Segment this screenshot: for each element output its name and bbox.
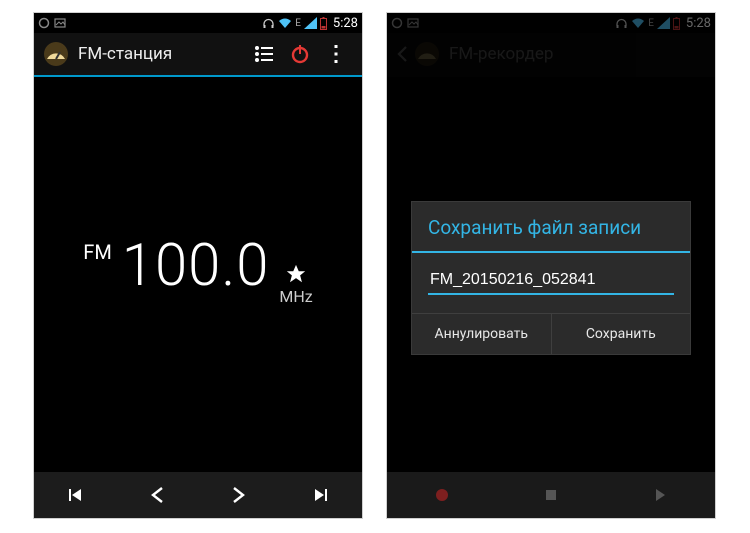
app-title: FM-станция [78,44,172,64]
main-content: FM 100.0 MHz [34,77,362,472]
cancel-button[interactable]: Аннулировать [412,314,552,354]
picture-icon [54,17,66,29]
clock: 5:28 [333,16,358,31]
save-recording-dialog: Сохранить файл записи Аннулировать Сохра… [411,201,691,355]
notification-icon [38,17,50,29]
band-label: FM [83,240,112,264]
network-type-label: E [295,18,301,29]
device-fm-recorder: E 5:28 FM-рекордер Сохранить файл записи… [386,12,716,519]
step-down-button[interactable] [116,472,198,518]
status-bar: E 5:28 [34,13,362,33]
seek-next-button[interactable] [280,472,362,518]
record-button[interactable] [387,472,496,518]
device-fm-station: E 5:28 FM-станция FM 100.0 [33,12,363,519]
unit-label: MHz [279,287,312,306]
step-up-button[interactable] [198,472,280,518]
headphones-icon [262,17,275,30]
dialog-title: Сохранить файл записи [412,202,690,253]
overflow-menu-button[interactable] [318,32,354,76]
frequency-value: 100.0 [122,232,270,300]
frequency-display: FM 100.0 MHz [34,232,362,306]
favorite-icon[interactable] [285,263,307,285]
tuning-bar [34,472,362,518]
signal-icon [304,17,317,29]
wifi-icon [278,17,292,29]
play-button[interactable] [606,472,715,518]
app-icon-radio [42,40,70,68]
recorder-controls [387,472,715,518]
filename-field[interactable] [428,269,674,295]
app-bar: FM-станция [34,33,362,77]
save-button[interactable]: Сохранить [552,314,691,354]
station-list-button[interactable] [246,32,282,76]
seek-prev-button[interactable] [34,472,116,518]
battery-icon [320,17,327,30]
stop-button[interactable] [496,472,605,518]
power-button[interactable] [282,32,318,76]
